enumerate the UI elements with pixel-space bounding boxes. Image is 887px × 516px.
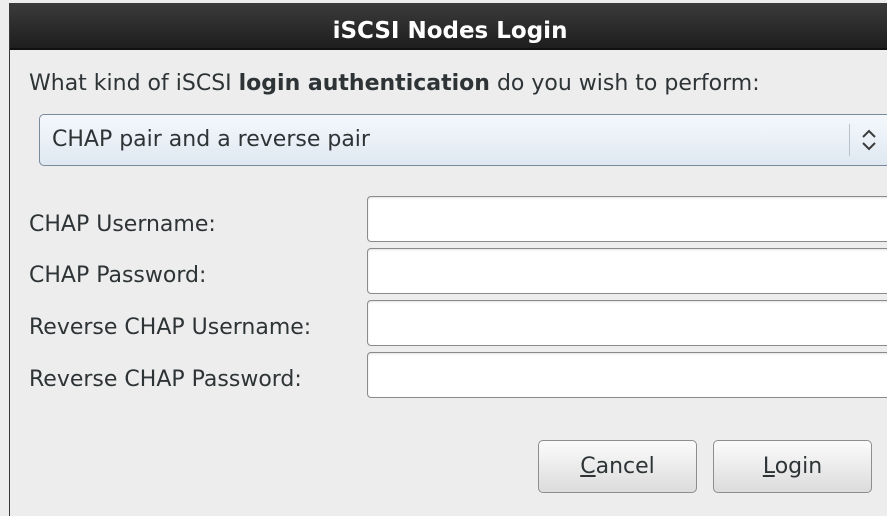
reverse-chap-password-label: Reverse CHAP Password: — [29, 367, 302, 392]
cancel-mnemonic: C — [580, 454, 596, 479]
login-mnemonic: L — [762, 454, 775, 479]
login-label-rest: ogin — [774, 454, 823, 479]
auth-question-emphasis: login authentication — [238, 71, 490, 96]
auth-type-selected: CHAP pair and a reverse pair — [52, 127, 370, 152]
up-down-arrows-icon — [857, 126, 881, 154]
login-button[interactable]: Login — [713, 440, 872, 493]
chap-username-label: CHAP Username: — [29, 212, 216, 237]
reverse-chap-username-label: Reverse CHAP Username: — [29, 315, 312, 340]
iscsi-login-dialog: iSCSI Nodes Login What kind of iSCSI log… — [9, 3, 887, 516]
combo-separator — [849, 124, 850, 156]
chap-username-field[interactable] — [367, 196, 887, 242]
dialog-title: iSCSI Nodes Login — [10, 3, 887, 50]
auth-question-prefix: What kind of iSCSI — [29, 71, 239, 96]
cancel-button[interactable]: Cancel — [538, 440, 697, 493]
auth-question: What kind of iSCSI login authentication … — [29, 71, 760, 96]
auth-type-select[interactable]: CHAP pair and a reverse pair — [39, 114, 887, 166]
reverse-chap-username-field[interactable] — [367, 300, 887, 346]
cancel-label-rest: ancel — [595, 454, 655, 479]
chap-password-label: CHAP Password: — [29, 263, 207, 288]
auth-question-suffix: do you wish to perform: — [489, 71, 760, 96]
chap-password-field[interactable] — [367, 248, 887, 294]
reverse-chap-password-field[interactable] — [367, 352, 887, 398]
